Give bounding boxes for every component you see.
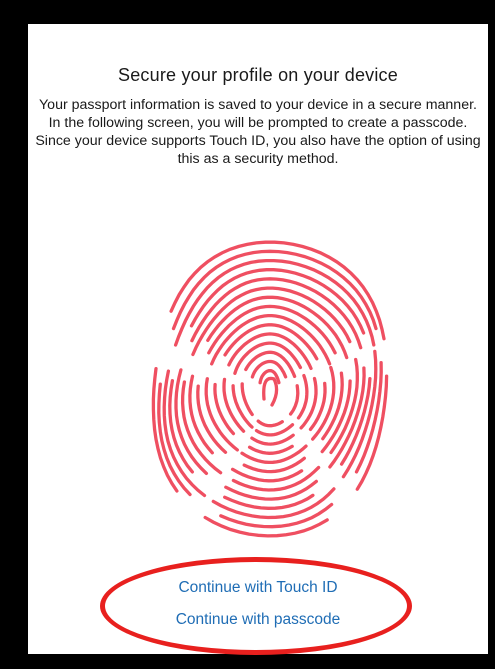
continue-touch-id-button[interactable]: Continue with Touch ID: [28, 579, 488, 597]
description-text: Your passport information is saved to yo…: [35, 97, 481, 167]
annotation-highlight-ellipse: [100, 557, 412, 655]
fingerprint-ridge: [256, 419, 284, 428]
fingerprint-graphic: [151, 240, 389, 538]
fingerprint-ridge: [288, 384, 300, 416]
device-frame: Secure your profile on your device Your …: [0, 0, 495, 669]
fingerprint-ridge: [250, 433, 295, 446]
fingerprint-ridge: [240, 382, 254, 417]
fingerprint-ridge: [223, 493, 315, 510]
touch-id-setup-screen: Secure your profile on your device Your …: [28, 24, 488, 655]
page-title: Secure your profile on your device: [118, 65, 398, 85]
fingerprint-ridge: [299, 376, 318, 430]
fingerprint-ridge: [211, 487, 336, 520]
continue-passcode-button[interactable]: Continue with passcode: [28, 611, 488, 629]
fingerprint-icon: [138, 239, 418, 549]
fingerprint-ridge: [247, 444, 294, 455]
fingerprint-ridges: [151, 240, 389, 538]
fingerprint-ridge: [296, 373, 309, 420]
fingerprint-core: [262, 376, 279, 407]
